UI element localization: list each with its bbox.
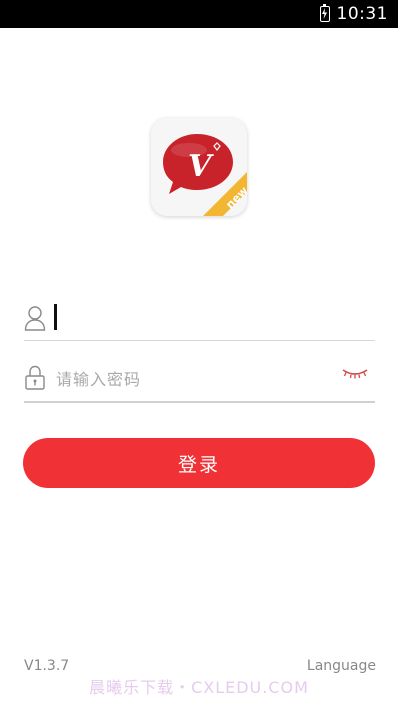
watermark: 晨曦乐下载・CXLEDU.COM <box>89 678 309 697</box>
password-placeholder[interactable]: 请输入密码 <box>56 366 141 390</box>
battery-charging-icon <box>319 4 330 22</box>
username-row <box>24 295 375 341</box>
user-icon <box>24 306 46 331</box>
language-button[interactable]: Language <box>307 658 376 674</box>
login-button-label: 登录 <box>177 453 220 476</box>
eye-closed-icon[interactable] <box>341 366 369 382</box>
login-button[interactable]: 登录 <box>23 438 375 488</box>
version-label: V1.3.7 <box>24 658 70 674</box>
svg-text:V: V <box>188 149 214 184</box>
status-bar: 10:31 <box>0 0 398 28</box>
password-row[interactable]: 请输入密码 <box>24 352 375 403</box>
app-logo: V new <box>151 118 247 216</box>
lock-icon <box>25 365 45 390</box>
status-time: 10:31 <box>336 4 388 24</box>
text-cursor <box>54 304 57 330</box>
username-input[interactable] <box>60 303 360 331</box>
